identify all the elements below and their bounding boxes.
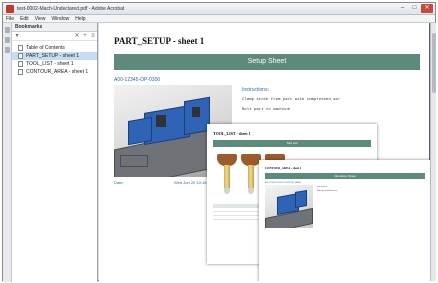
tool-tip xyxy=(224,188,230,194)
bookmark-part-setup[interactable]: PART_SETUP - sheet 1 xyxy=(12,52,97,60)
bookmark-page-icon xyxy=(18,69,23,75)
fixture-side xyxy=(128,116,152,146)
acrobat-window: test-0002-Mach-Undeclared.pdf - Adobe Ac… xyxy=(2,2,436,282)
operation-image xyxy=(265,185,313,228)
part-number: A00-12345-OP-0300 xyxy=(114,77,161,83)
fixture-column xyxy=(295,189,307,209)
instruction-line: Run op, check first cut xyxy=(317,190,337,192)
bookmark-page-icon xyxy=(18,45,23,51)
title-bar: test-0002-Mach-Undeclared.pdf - Adobe Ac… xyxy=(3,3,435,15)
instructions-title: Instructions: xyxy=(242,87,269,93)
fixture-pocket xyxy=(192,107,200,117)
fixture-pocket xyxy=(156,115,166,127)
maximize-button[interactable]: □ xyxy=(409,4,420,13)
bookmarks-panel: Bookmarks ▾ ✕ + ≡ Table of Contents PART… xyxy=(12,23,98,282)
minimize-button[interactable]: – xyxy=(397,4,408,13)
bookmark-table-of-contents[interactable]: Table of Contents xyxy=(12,44,97,52)
part-number: A00-12345-OP-0300 CONTOUR_AREA xyxy=(265,182,301,184)
tool-image xyxy=(241,154,261,196)
scrollbar-thumb[interactable] xyxy=(432,33,436,93)
bookmark-list: Table of Contents PART_SETUP - sheet 1 T… xyxy=(12,41,97,76)
window-title: test-0002-Mach-Undeclared.pdf - Adobe Ac… xyxy=(17,6,125,12)
delete-bookmark-icon[interactable]: ✕ xyxy=(74,33,80,39)
bookmark-label: Table of Contents xyxy=(26,45,65,51)
instructions-title: Instructions: xyxy=(317,186,328,188)
vise-jaw xyxy=(120,155,148,167)
tool-tip xyxy=(248,188,254,194)
document-view[interactable]: PART_SETUP - sheet 1 Setup Sheet A00-123… xyxy=(99,23,436,281)
page-title: CONTOUR_AREA - sheet 1 xyxy=(265,166,302,170)
bookmark-tool-list[interactable]: TOOL_LIST - sheet 1 xyxy=(12,60,97,68)
bookmarks-toolbar: ▾ ✕ + ≡ xyxy=(12,32,97,41)
new-bookmark-icon[interactable]: + xyxy=(82,33,88,39)
page-title: PART_SETUP - sheet 1 xyxy=(114,36,205,46)
pdf-page-contour-area: CONTOUR_AREA - sheet 1 Operation Sheet A… xyxy=(259,160,431,281)
tool-shank xyxy=(224,165,230,189)
instruction-line: Bolt part to machine xyxy=(242,108,291,112)
attachments-icon[interactable] xyxy=(5,47,10,53)
instruction-line: Clamp stock from part with compressed ai… xyxy=(242,98,341,102)
close-button[interactable]: ✕ xyxy=(421,4,433,13)
bookmark-options-icon[interactable]: ▾ xyxy=(14,33,20,39)
menu-edit[interactable]: Edit xyxy=(17,15,32,23)
page-title: TOOL_LIST - sheet 1 xyxy=(213,131,251,136)
bookmark-page-icon xyxy=(18,53,23,59)
expand-bookmark-icon[interactable]: ≡ xyxy=(90,33,96,39)
page-thumbnails-icon[interactable] xyxy=(5,27,10,33)
tool-list-banner: Tool List xyxy=(213,140,371,147)
bookmarks-icon[interactable] xyxy=(5,37,10,43)
operation-sheet-banner: Operation Sheet xyxy=(265,173,425,179)
tool-shank xyxy=(248,165,254,189)
vertical-scrollbar[interactable] xyxy=(430,23,436,281)
bookmarks-header: Bookmarks xyxy=(12,23,97,32)
menu-bar: File Edit View Window Help xyxy=(3,15,435,23)
bookmark-page-icon xyxy=(18,61,23,67)
bookmark-contour-area[interactable]: CONTOUR_AREA - sheet 1 xyxy=(12,68,97,76)
navigation-pane-strip xyxy=(3,23,12,282)
bookmark-label: CONTOUR_AREA - sheet 1 xyxy=(26,69,89,75)
date-label: Date: xyxy=(114,180,124,185)
menu-file[interactable]: File xyxy=(3,15,17,23)
bookmark-label: TOOL_LIST - sheet 1 xyxy=(26,61,74,67)
tool-image xyxy=(217,154,237,196)
bookmark-label: PART_SETUP - sheet 1 xyxy=(26,53,80,59)
menu-window[interactable]: Window xyxy=(48,15,72,23)
menu-help[interactable]: Help xyxy=(72,15,88,23)
menu-view[interactable]: View xyxy=(32,15,49,23)
setup-sheet-banner: Setup Sheet xyxy=(114,54,420,70)
acrobat-app-icon xyxy=(6,5,14,13)
